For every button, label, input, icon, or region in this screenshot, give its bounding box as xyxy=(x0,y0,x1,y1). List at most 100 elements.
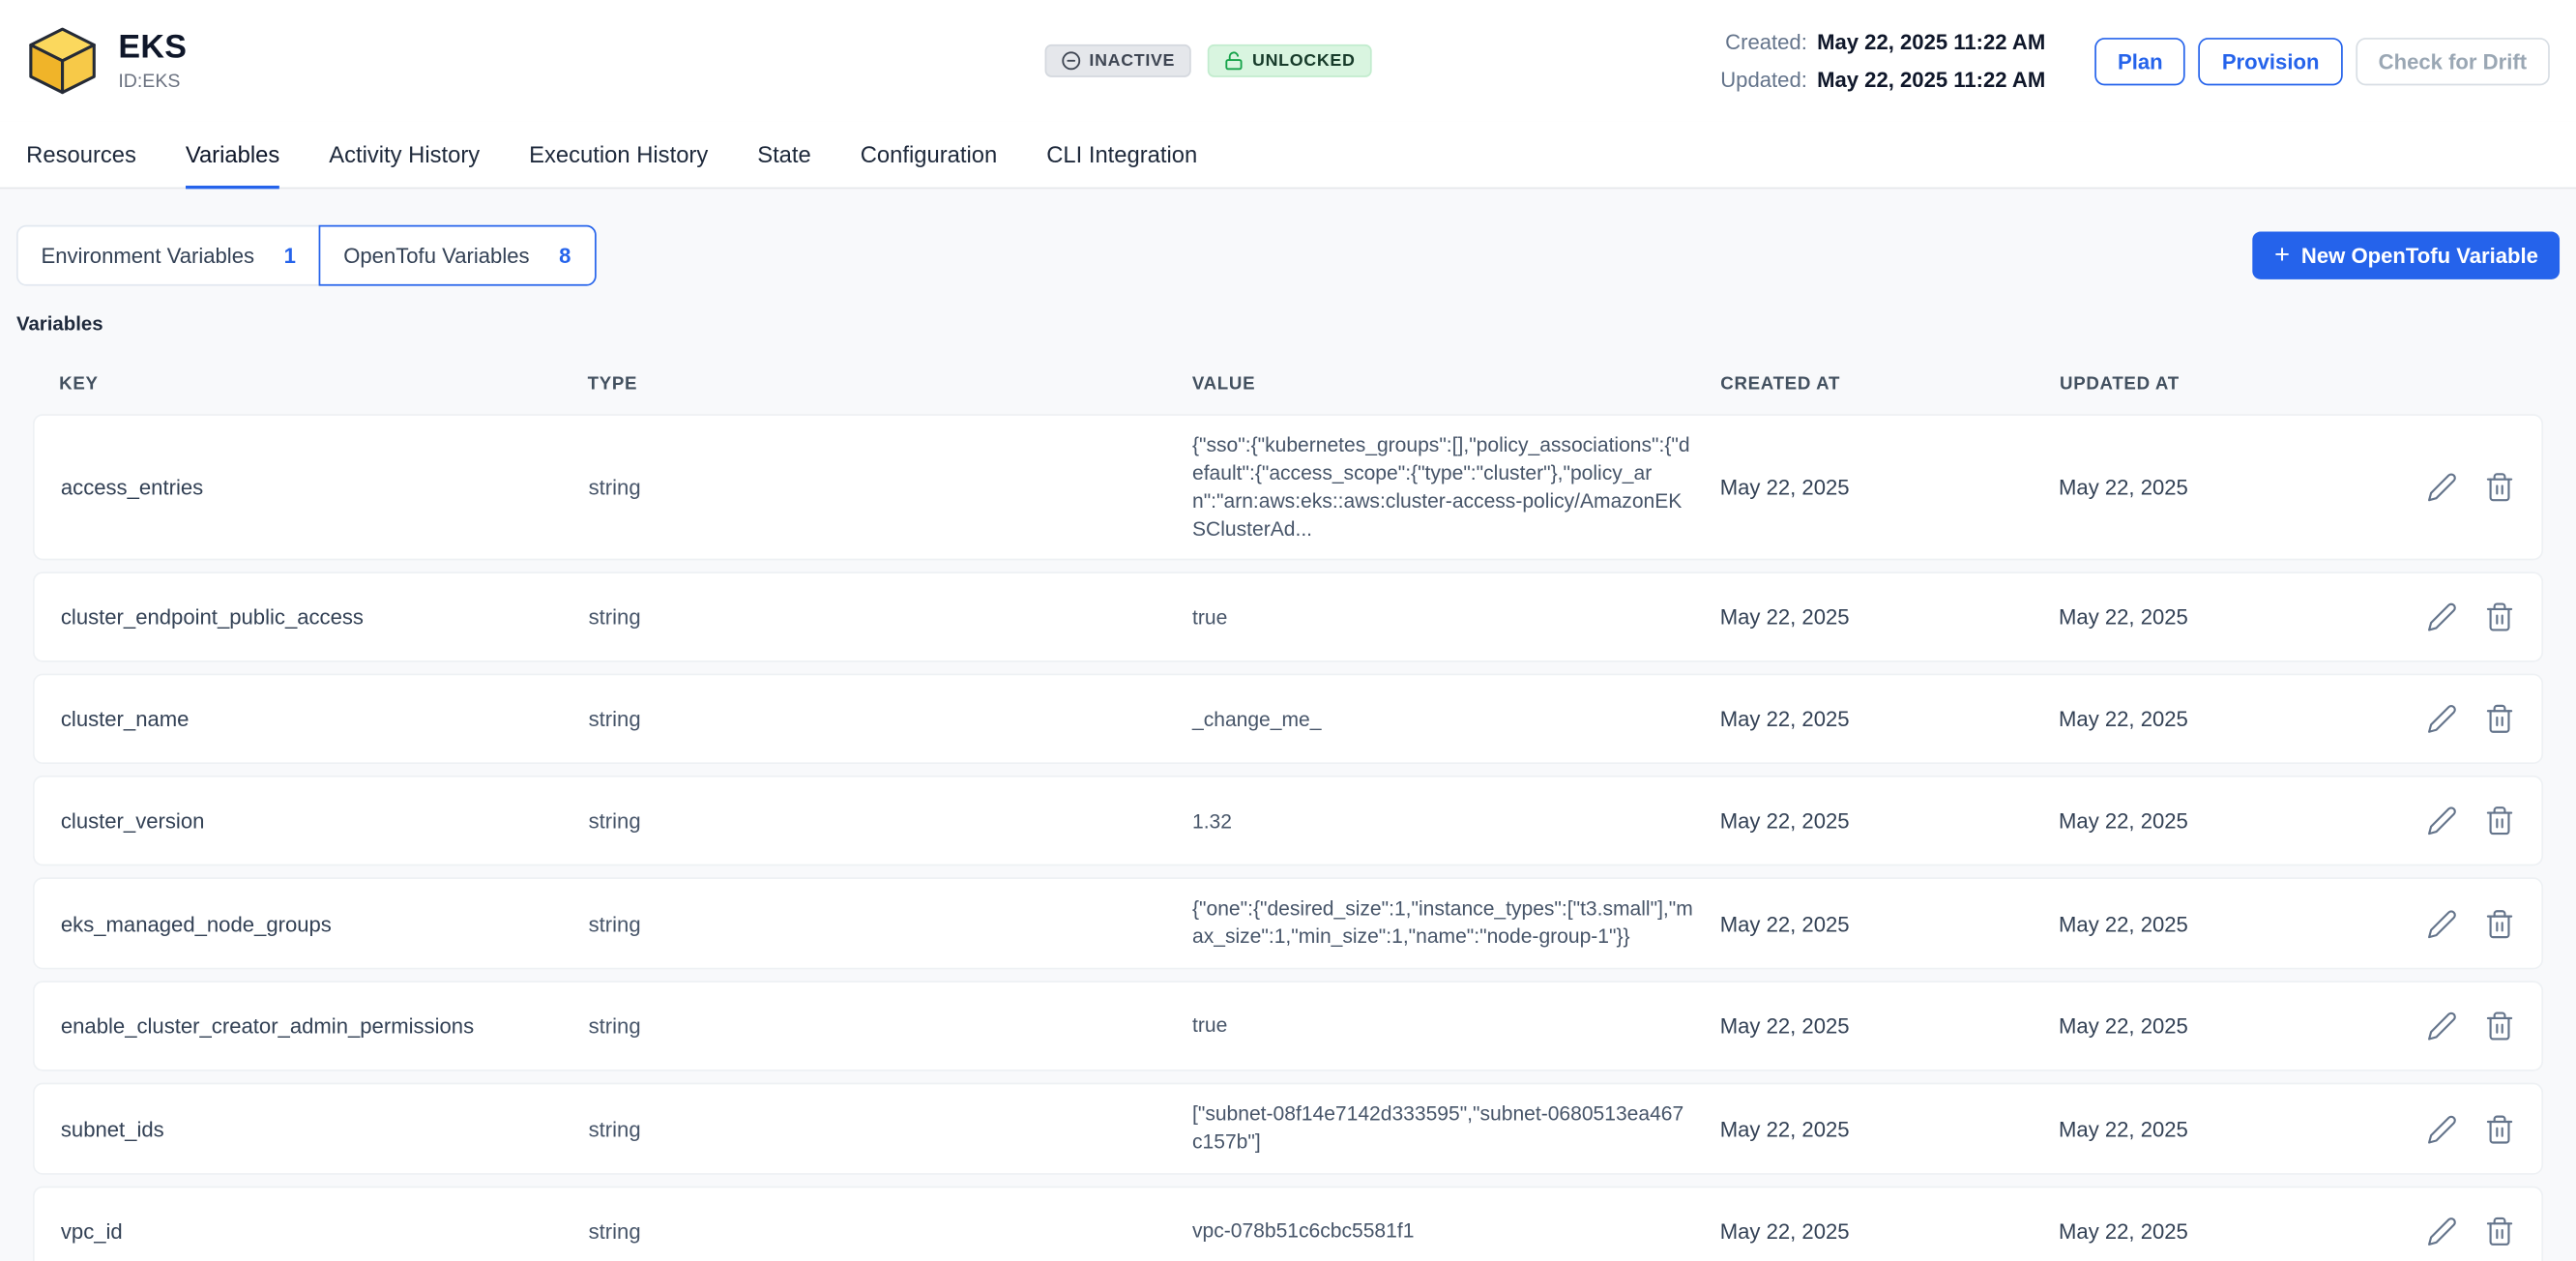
variable-key: cluster_name xyxy=(61,707,589,731)
check-for-drift-button[interactable]: Check for Drift xyxy=(2356,37,2550,84)
table-row: subnet_ids string ["subnet-08f14e7142d33… xyxy=(33,1083,2543,1175)
variable-value: vpc-078b51c6cbc5581f1 xyxy=(1192,1217,1720,1246)
trash-icon xyxy=(2484,602,2515,633)
trash-icon xyxy=(2484,1216,2515,1246)
variable-created-at: May 22, 2025 xyxy=(1720,1218,2059,1243)
tab-variables[interactable]: Variables xyxy=(186,122,279,190)
delete-variable-button[interactable] xyxy=(2484,472,2515,503)
edit-pencil-icon xyxy=(2426,908,2457,939)
cube-icon xyxy=(26,24,99,97)
variable-key: subnet_ids xyxy=(61,1116,589,1140)
provision-button[interactable]: Provision xyxy=(2199,37,2342,84)
edit-pencil-icon xyxy=(2426,1216,2457,1246)
tab-state[interactable]: State xyxy=(757,122,811,190)
delete-variable-button[interactable] xyxy=(2484,1216,2515,1246)
variable-updated-at: May 22, 2025 xyxy=(2059,605,2397,630)
edit-variable-button[interactable] xyxy=(2426,1113,2457,1144)
delete-variable-button[interactable] xyxy=(2484,1113,2515,1144)
page-header: EKS ID:EKS INACTIVE UNLOCKED Created: Ma… xyxy=(0,0,2576,122)
variable-value: {"sso":{"kubernetes_groups":[],"policy_a… xyxy=(1192,432,1720,543)
variable-type: string xyxy=(589,1014,1192,1039)
filter-count-badge: 8 xyxy=(559,243,571,267)
variable-type: string xyxy=(589,1218,1192,1243)
variable-key: access_entries xyxy=(61,475,589,499)
edit-pencil-icon xyxy=(2426,1011,2457,1041)
filter-opentofu-variables[interactable]: OpenTofu Variables 8 xyxy=(319,225,596,286)
variable-type: string xyxy=(589,707,1192,731)
variable-value: _change_me_ xyxy=(1192,706,1720,734)
column-header-created-at: CREATED AT xyxy=(1720,374,2060,394)
variable-key: enable_cluster_creator_admin_permissions xyxy=(61,1014,589,1039)
trash-icon xyxy=(2484,1011,2515,1041)
table-row: enable_cluster_creator_admin_permissions… xyxy=(33,982,2543,1071)
table-body: access_entries string {"sso":{"kubernete… xyxy=(33,414,2543,1261)
table-row: access_entries string {"sso":{"kubernete… xyxy=(33,414,2543,561)
edit-pencil-icon xyxy=(2426,1113,2457,1144)
row-actions xyxy=(2397,602,2515,633)
eks-cube-logo xyxy=(26,24,99,97)
tab-resources[interactable]: Resources xyxy=(26,122,136,190)
variables-table: KEY TYPE VALUE CREATED AT UPDATED AT acc… xyxy=(33,355,2543,1261)
edit-pencil-icon xyxy=(2426,704,2457,735)
edit-pencil-icon xyxy=(2426,472,2457,503)
variable-updated-at: May 22, 2025 xyxy=(2059,475,2397,499)
header-actions: Plan Provision Check for Drift xyxy=(2094,37,2550,84)
variable-type: string xyxy=(589,1116,1192,1140)
plan-button[interactable]: Plan xyxy=(2094,37,2185,84)
tab-activity-history[interactable]: Activity History xyxy=(329,122,480,190)
edit-variable-button[interactable] xyxy=(2426,806,2457,836)
variables-controls: Environment Variables 1 OpenTofu Variabl… xyxy=(16,225,2560,286)
edit-variable-button[interactable] xyxy=(2426,472,2457,503)
tab-configuration[interactable]: Configuration xyxy=(861,122,997,190)
row-actions xyxy=(2397,472,2515,503)
edit-pencil-icon xyxy=(2426,602,2457,633)
status-badge-unlocked: UNLOCKED xyxy=(1208,44,1371,77)
delete-variable-button[interactable] xyxy=(2484,602,2515,633)
created-value: May 22, 2025 11:22 AM xyxy=(1817,23,2045,61)
variable-updated-at: May 22, 2025 xyxy=(2059,809,2397,834)
trash-icon xyxy=(2484,704,2515,735)
tab-execution-history[interactable]: Execution History xyxy=(529,122,708,190)
timestamps: Created: May 22, 2025 11:22 AM Updated: … xyxy=(1720,23,2045,99)
edit-variable-button[interactable] xyxy=(2426,1011,2457,1041)
column-header-value: VALUE xyxy=(1192,374,1720,394)
trash-icon xyxy=(2484,472,2515,503)
status-badge-inactive: INACTIVE xyxy=(1045,44,1192,77)
status-badge-label: INACTIVE xyxy=(1089,51,1175,71)
variable-type: string xyxy=(589,475,1192,499)
variable-value: ["subnet-08f14e7142d333595","subnet-0680… xyxy=(1192,1101,1720,1157)
variable-created-at: May 22, 2025 xyxy=(1720,475,2059,499)
row-actions xyxy=(2397,1011,2515,1041)
variable-created-at: May 22, 2025 xyxy=(1720,1014,2059,1039)
variable-type-filter: Environment Variables 1 OpenTofu Variabl… xyxy=(16,225,596,286)
table-row: cluster_name string _change_me_ May 22, … xyxy=(33,674,2543,764)
delete-variable-button[interactable] xyxy=(2484,806,2515,836)
edit-variable-button[interactable] xyxy=(2426,602,2457,633)
variable-key: cluster_version xyxy=(61,809,589,834)
filter-environment-variables[interactable]: Environment Variables 1 xyxy=(16,225,320,286)
edit-variable-button[interactable] xyxy=(2426,1216,2457,1246)
delete-variable-button[interactable] xyxy=(2484,908,2515,939)
delete-variable-button[interactable] xyxy=(2484,704,2515,735)
edit-variable-button[interactable] xyxy=(2426,908,2457,939)
variable-created-at: May 22, 2025 xyxy=(1720,809,2059,834)
table-row: cluster_version string 1.32 May 22, 2025… xyxy=(33,777,2543,866)
variable-type: string xyxy=(589,809,1192,834)
unlock-icon xyxy=(1224,51,1244,71)
tab-cli-integration[interactable]: CLI Integration xyxy=(1046,122,1197,190)
edit-variable-button[interactable] xyxy=(2426,704,2457,735)
table-header-row: KEY TYPE VALUE CREATED AT UPDATED AT xyxy=(33,355,2543,414)
row-actions xyxy=(2397,704,2515,735)
variable-updated-at: May 22, 2025 xyxy=(2059,912,2397,936)
variable-type: string xyxy=(589,605,1192,630)
variable-updated-at: May 22, 2025 xyxy=(2059,1014,2397,1039)
row-actions xyxy=(2397,1113,2515,1144)
delete-variable-button[interactable] xyxy=(2484,1011,2515,1041)
variable-value: true xyxy=(1192,1012,1720,1041)
column-header-key: KEY xyxy=(59,374,587,394)
new-opentofu-variable-button[interactable]: + New OpenTofu Variable xyxy=(2253,232,2560,279)
filter-label: Environment Variables xyxy=(41,243,254,267)
edit-pencil-icon xyxy=(2426,806,2457,836)
column-header-type: TYPE xyxy=(588,374,1192,394)
trash-icon xyxy=(2484,908,2515,939)
